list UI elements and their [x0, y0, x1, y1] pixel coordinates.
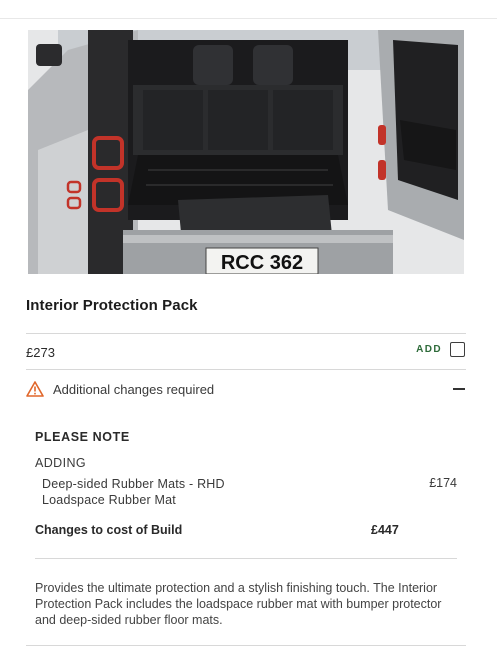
- items-price: £174: [429, 476, 457, 490]
- warning-triangle-icon: [26, 381, 44, 397]
- product-description: Provides the ultimate protection and a s…: [35, 581, 442, 627]
- changes-accordion-header[interactable]: Additional changes required: [26, 376, 465, 402]
- license-plate-text: RCC 362: [221, 252, 303, 274]
- divider: [26, 333, 466, 334]
- add-label: ADD: [416, 344, 442, 355]
- divider: [26, 369, 466, 370]
- add-toggle[interactable]: ADD: [416, 342, 465, 357]
- product-title: Interior Protection Pack: [26, 297, 198, 314]
- list-item: Loadspace Rubber Mat: [42, 493, 176, 507]
- adding-label: ADDING: [35, 456, 87, 470]
- minus-icon[interactable]: [453, 383, 465, 395]
- cost-label: Changes to cost of Build: [35, 523, 183, 537]
- vehicle-illustration: RCC 362: [28, 30, 464, 274]
- changes-label: Additional changes required: [53, 381, 215, 397]
- top-bar: [0, 0, 497, 19]
- cost-value: £447: [371, 523, 399, 537]
- divider: [35, 558, 457, 559]
- product-price: £273: [26, 345, 55, 360]
- divider: [26, 645, 466, 646]
- list-item: Deep-sided Rubber Mats - RHD: [42, 477, 225, 491]
- add-checkbox-icon[interactable]: [450, 342, 465, 357]
- product-image: RCC 362: [28, 30, 464, 274]
- note-title: PLEASE NOTE: [35, 430, 130, 444]
